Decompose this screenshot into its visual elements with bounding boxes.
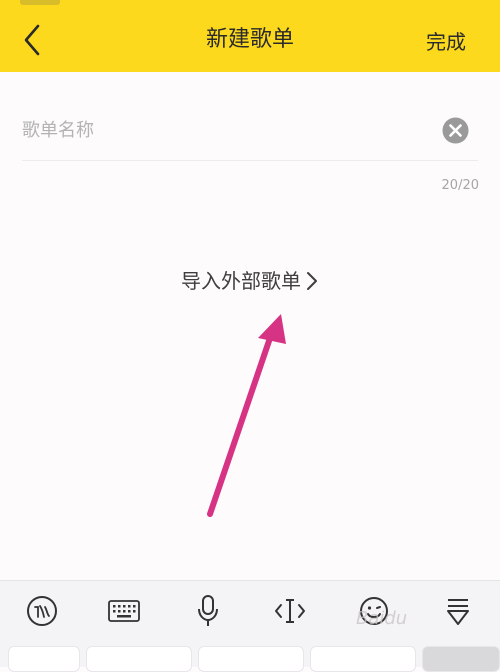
keyboard-switch-button[interactable] xyxy=(104,591,144,631)
import-external-playlist-link[interactable]: 导入外部歌单 xyxy=(0,266,500,296)
ifly-logo-icon xyxy=(27,596,57,626)
annotation-arrow xyxy=(207,314,286,517)
ifly-logo-button[interactable] xyxy=(22,591,62,631)
playlist-name-input[interactable] xyxy=(22,112,422,148)
input-divider xyxy=(22,160,478,161)
page-title: 新建歌单 xyxy=(205,27,294,52)
done-button[interactable]: 完成 xyxy=(426,26,466,58)
keyboard-key[interactable] xyxy=(422,646,500,672)
collapse-keyboard-button[interactable] xyxy=(438,591,478,631)
collapse-keyboard-icon xyxy=(447,599,469,625)
keyboard-key[interactable] xyxy=(8,646,80,672)
status-bar-remnant xyxy=(20,0,60,5)
import-link-label: 导入外部歌单 xyxy=(181,269,301,293)
character-counter: 20/20 xyxy=(441,178,479,193)
keyboard-key[interactable] xyxy=(86,646,192,672)
keyboard-key[interactable] xyxy=(198,646,304,672)
cursor-move-icon xyxy=(275,599,305,623)
watermark-text: Baidu xyxy=(356,608,408,629)
top-bar: 新建歌单 完成 xyxy=(0,0,500,72)
clear-input-button[interactable] xyxy=(442,117,469,144)
keyboard-key[interactable] xyxy=(310,646,416,672)
chevron-right-icon xyxy=(307,272,317,290)
keyboard-icon xyxy=(108,600,140,622)
voice-input-button[interactable] xyxy=(188,591,228,631)
cursor-move-button[interactable] xyxy=(270,591,310,631)
microphone-icon xyxy=(198,595,218,626)
clear-icon xyxy=(442,117,469,144)
